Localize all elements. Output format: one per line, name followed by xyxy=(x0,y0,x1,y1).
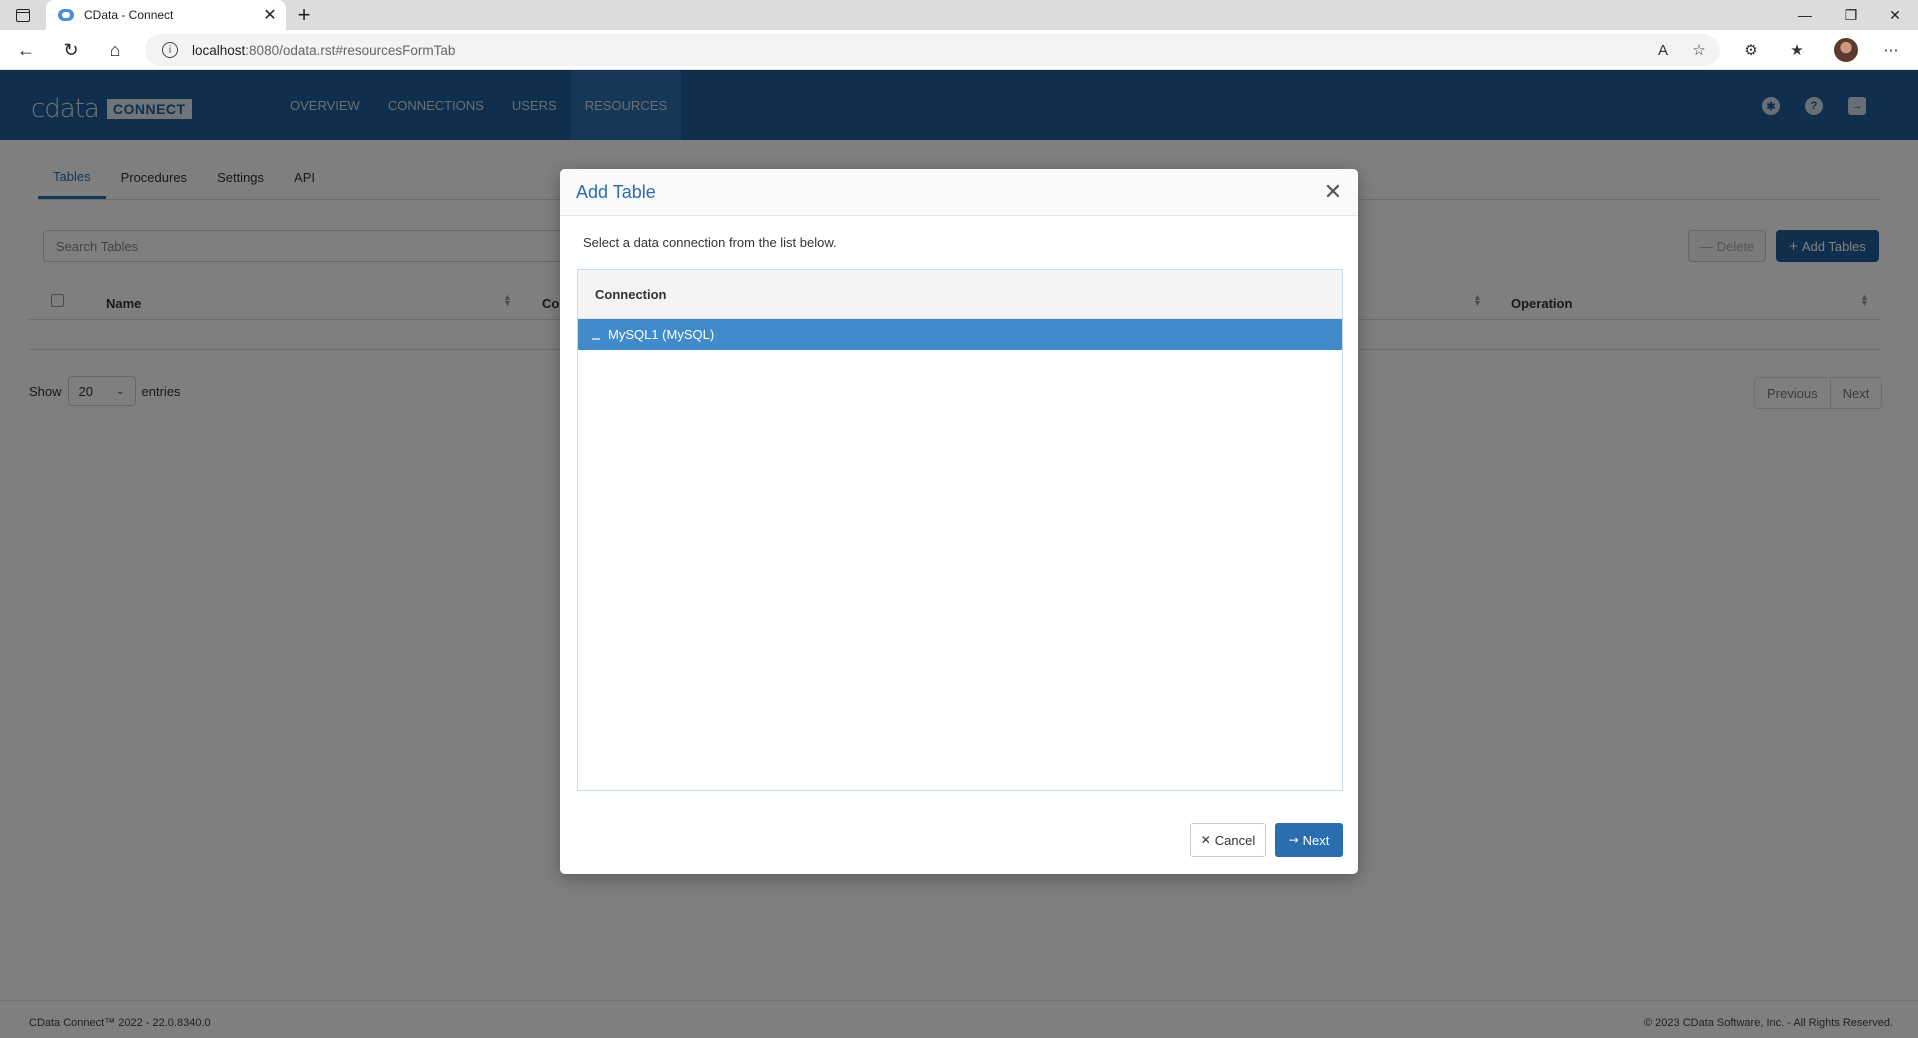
refresh-icon[interactable]: ↻ xyxy=(58,38,84,62)
modal-backdrop[interactable]: Add Table ✕ Select a data connection fro… xyxy=(0,70,1918,1038)
restore-icon[interactable]: ❐ xyxy=(1828,0,1874,30)
modal-description: Select a data connection from the list b… xyxy=(583,235,837,250)
next-button[interactable]: → Next xyxy=(1275,823,1343,857)
connection-list: Connection MySQL1 (MySQL) xyxy=(577,269,1343,791)
browser-tab[interactable]: CData - Connect ✕ xyxy=(46,0,286,30)
new-tab-icon[interactable]: + xyxy=(292,2,316,27)
close-tab-icon[interactable]: ✕ xyxy=(260,5,280,25)
connection-list-header: Connection xyxy=(578,270,1342,319)
home-icon[interactable]: ⌂ xyxy=(102,38,128,62)
extensions-icon[interactable]: ⚙ xyxy=(1739,38,1763,62)
x-icon: ✕ xyxy=(1200,833,1211,847)
add-table-modal: Add Table ✕ Select a data connection fro… xyxy=(560,169,1358,874)
tab-actions-icon[interactable] xyxy=(12,6,34,24)
browser-tabstrip: CData - Connect ✕ + — ❐ ✕ xyxy=(0,0,1918,30)
profile-avatar[interactable] xyxy=(1834,38,1858,62)
close-icon[interactable]: ✕ xyxy=(1322,180,1344,205)
read-aloud-icon[interactable]: A xyxy=(1651,38,1675,62)
site-info-icon[interactable]: i xyxy=(162,42,178,58)
tree-line-icon xyxy=(592,337,600,340)
favorites-icon[interactable]: ★ xyxy=(1785,38,1809,62)
cdata-favicon-icon xyxy=(58,9,74,21)
arrow-right-icon: → xyxy=(1288,833,1299,847)
browser-tab-title: CData - Connect xyxy=(84,8,174,22)
modal-title: Add Table xyxy=(576,182,656,202)
connection-item[interactable]: MySQL1 (MySQL) xyxy=(578,319,1342,350)
minimize-icon[interactable]: — xyxy=(1782,0,1828,30)
browser-toolbar: ← ↻ ⌂ i localhost:8080/odata.rst#resourc… xyxy=(0,30,1918,70)
address-bar[interactable]: i localhost:8080/odata.rst#resourcesForm… xyxy=(145,34,1720,66)
back-icon[interactable]: ← xyxy=(13,38,39,62)
window-close-icon[interactable]: ✕ xyxy=(1872,0,1918,30)
modal-header: Add Table ✕ xyxy=(560,169,1358,216)
cancel-button[interactable]: ✕ Cancel xyxy=(1190,823,1266,857)
add-favorite-icon[interactable]: ☆ xyxy=(1687,38,1711,62)
url-text: localhost:8080/odata.rst#resourcesFormTa… xyxy=(192,42,456,58)
more-menu-icon[interactable]: ⋯ xyxy=(1879,38,1903,62)
